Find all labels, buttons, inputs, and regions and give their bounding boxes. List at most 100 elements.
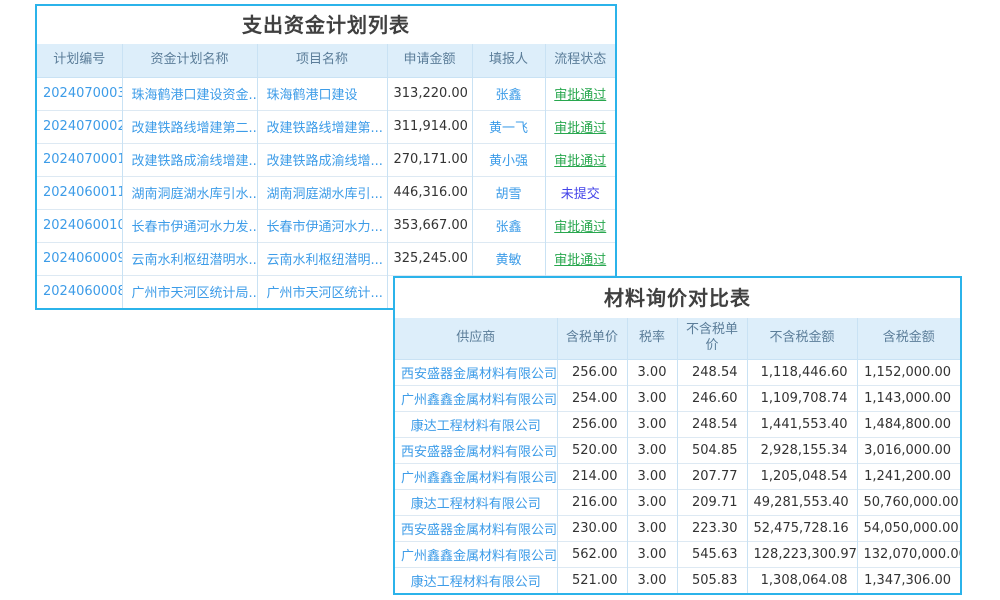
- expense-plan-table: 计划编号 资金计划名称 项目名称 申请金额 填报人 流程状态 202407000…: [37, 44, 615, 308]
- unit-price-excl-tax-value: 223.30: [677, 515, 747, 541]
- project-name-link[interactable]: 改建铁路线增建第...: [257, 110, 387, 143]
- column-header-tax-rate: 税率: [627, 318, 677, 359]
- unit-price-excl-tax-value: 545.63: [677, 541, 747, 567]
- unit-price-incl-tax-value: 256.00: [557, 411, 627, 437]
- column-header-amount-incl-tax: 含税金额: [857, 318, 960, 359]
- filler-name: 张鑫: [472, 77, 545, 110]
- table-row: 2024070003珠海鹤港口建设资金...珠海鹤港口建设313,220.00张…: [37, 77, 615, 110]
- amount-excl-tax-value: 128,223,300.97: [747, 541, 857, 567]
- column-header-plan-id: 计划编号: [37, 44, 122, 77]
- tax-rate-value: 3.00: [627, 359, 677, 385]
- table-row: 2024060011湖南洞庭湖水库引水...湖南洞庭湖水库引...446,316…: [37, 176, 615, 209]
- plan-id-link[interactable]: 2024060009: [37, 242, 122, 275]
- tax-rate-value: 3.00: [627, 385, 677, 411]
- table-row: 康达工程材料有限公司256.003.00248.541,441,553.401,…: [395, 411, 960, 437]
- column-header-unit-price-incl-tax: 含税单价: [557, 318, 627, 359]
- material-inquiry-table-panel: 材料询价对比表 供应商 含税单价 税率 不含税单价 不含税金额 含税金额 西安盛…: [393, 276, 962, 595]
- unit-price-incl-tax-value: 216.00: [557, 489, 627, 515]
- plan-id-link[interactable]: 2024060011: [37, 176, 122, 209]
- tax-rate-value: 3.00: [627, 463, 677, 489]
- amount-excl-tax-value: 2,928,155.34: [747, 437, 857, 463]
- workflow-status-link[interactable]: 审批通过: [545, 242, 615, 275]
- plan-id-link[interactable]: 2024070002: [37, 110, 122, 143]
- plan-name-link[interactable]: 广州市天河区统计局...: [122, 275, 257, 308]
- plan-name-link[interactable]: 长春市伊通河水力发...: [122, 209, 257, 242]
- plan-id-link[interactable]: 2024060008: [37, 275, 122, 308]
- expense-plan-table-title: 支出资金计划列表: [37, 6, 615, 44]
- supplier-name-link[interactable]: 广州鑫鑫金属材料有限公司: [395, 541, 557, 567]
- unit-price-incl-tax-value: 214.00: [557, 463, 627, 489]
- supplier-name-link[interactable]: 康达工程材料有限公司: [395, 567, 557, 593]
- amount-excl-tax-value: 1,118,446.60: [747, 359, 857, 385]
- filler-name: 胡雪: [472, 176, 545, 209]
- supplier-name-link[interactable]: 西安盛器金属材料有限公司: [395, 515, 557, 541]
- tax-rate-value: 3.00: [627, 567, 677, 593]
- unit-price-excl-tax-value: 209.71: [677, 489, 747, 515]
- amount-excl-tax-value: 1,205,048.54: [747, 463, 857, 489]
- apply-amount-value: 446,316.00: [387, 176, 472, 209]
- plan-name-link[interactable]: 改建铁路成渝线增建...: [122, 143, 257, 176]
- column-header-supplier: 供应商: [395, 318, 557, 359]
- workflow-status-link[interactable]: 审批通过: [545, 110, 615, 143]
- material-inquiry-table-body: 西安盛器金属材料有限公司256.003.00248.541,118,446.60…: [395, 359, 960, 593]
- unit-price-incl-tax-value: 256.00: [557, 359, 627, 385]
- table-row: 康达工程材料有限公司216.003.00209.7149,281,553.405…: [395, 489, 960, 515]
- supplier-name-link[interactable]: 康达工程材料有限公司: [395, 489, 557, 515]
- unit-price-excl-tax-value: 246.60: [677, 385, 747, 411]
- supplier-name-link[interactable]: 西安盛器金属材料有限公司: [395, 359, 557, 385]
- filler-name: 张鑫: [472, 209, 545, 242]
- filler-name: 黄小强: [472, 143, 545, 176]
- column-header-workflow-status: 流程状态: [545, 44, 615, 77]
- tax-rate-value: 3.00: [627, 411, 677, 437]
- amount-incl-tax-value: 1,143,000.00: [857, 385, 960, 411]
- table-row: 2024060009云南水利枢纽潜明水...云南水利枢纽潜明...325,245…: [37, 242, 615, 275]
- column-header-unit-price-excl-tax: 不含税单价: [677, 318, 747, 359]
- expense-plan-table-header: 计划编号 资金计划名称 项目名称 申请金额 填报人 流程状态: [37, 44, 615, 77]
- plan-name-link[interactable]: 云南水利枢纽潜明水...: [122, 242, 257, 275]
- table-row: 康达工程材料有限公司521.003.00505.831,308,064.081,…: [395, 567, 960, 593]
- table-row: 西安盛器金属材料有限公司256.003.00248.541,118,446.60…: [395, 359, 960, 385]
- workflow-status-link[interactable]: 未提交: [545, 176, 615, 209]
- plan-name-link[interactable]: 改建铁路线增建第二...: [122, 110, 257, 143]
- workflow-status-link[interactable]: 审批通过: [545, 77, 615, 110]
- workflow-status-link[interactable]: 审批通过: [545, 143, 615, 176]
- apply-amount-value: 313,220.00: [387, 77, 472, 110]
- column-header-filler: 填报人: [472, 44, 545, 77]
- project-name-link[interactable]: 广州市天河区统计...: [257, 275, 387, 308]
- unit-price-incl-tax-value: 562.00: [557, 541, 627, 567]
- apply-amount-value: 353,667.00: [387, 209, 472, 242]
- plan-id-link[interactable]: 2024070003: [37, 77, 122, 110]
- supplier-name-link[interactable]: 西安盛器金属材料有限公司: [395, 437, 557, 463]
- table-row: 2024060010长春市伊通河水力发...长春市伊通河水力...353,667…: [37, 209, 615, 242]
- amount-incl-tax-value: 1,241,200.00: [857, 463, 960, 489]
- expense-plan-table-panel: 支出资金计划列表 计划编号 资金计划名称 项目名称 申请金额 填报人 流程状态 …: [35, 4, 617, 310]
- supplier-name-link[interactable]: 广州鑫鑫金属材料有限公司: [395, 463, 557, 489]
- amount-incl-tax-value: 50,760,000.00: [857, 489, 960, 515]
- project-name-link[interactable]: 云南水利枢纽潜明...: [257, 242, 387, 275]
- table-row: 西安盛器金属材料有限公司520.003.00504.852,928,155.34…: [395, 437, 960, 463]
- project-name-link[interactable]: 湖南洞庭湖水库引...: [257, 176, 387, 209]
- project-name-link[interactable]: 珠海鹤港口建设: [257, 77, 387, 110]
- unit-price-incl-tax-value: 521.00: [557, 567, 627, 593]
- project-name-link[interactable]: 改建铁路成渝线增...: [257, 143, 387, 176]
- filler-name: 黄敏: [472, 242, 545, 275]
- unit-price-excl-tax-value: 207.77: [677, 463, 747, 489]
- table-row: 广州鑫鑫金属材料有限公司214.003.00207.771,205,048.54…: [395, 463, 960, 489]
- amount-excl-tax-value: 52,475,728.16: [747, 515, 857, 541]
- project-name-link[interactable]: 长春市伊通河水力...: [257, 209, 387, 242]
- plan-name-link[interactable]: 湖南洞庭湖水库引水...: [122, 176, 257, 209]
- plan-id-link[interactable]: 2024070001: [37, 143, 122, 176]
- unit-price-incl-tax-value: 520.00: [557, 437, 627, 463]
- plan-id-link[interactable]: 2024060010: [37, 209, 122, 242]
- supplier-name-link[interactable]: 康达工程材料有限公司: [395, 411, 557, 437]
- column-header-amount-excl-tax: 不含税金额: [747, 318, 857, 359]
- workflow-status-link[interactable]: 审批通过: [545, 209, 615, 242]
- plan-name-link[interactable]: 珠海鹤港口建设资金...: [122, 77, 257, 110]
- material-inquiry-table-title: 材料询价对比表: [395, 278, 960, 318]
- unit-price-excl-tax-value: 248.54: [677, 411, 747, 437]
- apply-amount-value: 311,914.00: [387, 110, 472, 143]
- supplier-name-link[interactable]: 广州鑫鑫金属材料有限公司: [395, 385, 557, 411]
- unit-price-excl-tax-value: 505.83: [677, 567, 747, 593]
- material-inquiry-table-header: 供应商 含税单价 税率 不含税单价 不含税金额 含税金额: [395, 318, 960, 359]
- filler-name: 黄一飞: [472, 110, 545, 143]
